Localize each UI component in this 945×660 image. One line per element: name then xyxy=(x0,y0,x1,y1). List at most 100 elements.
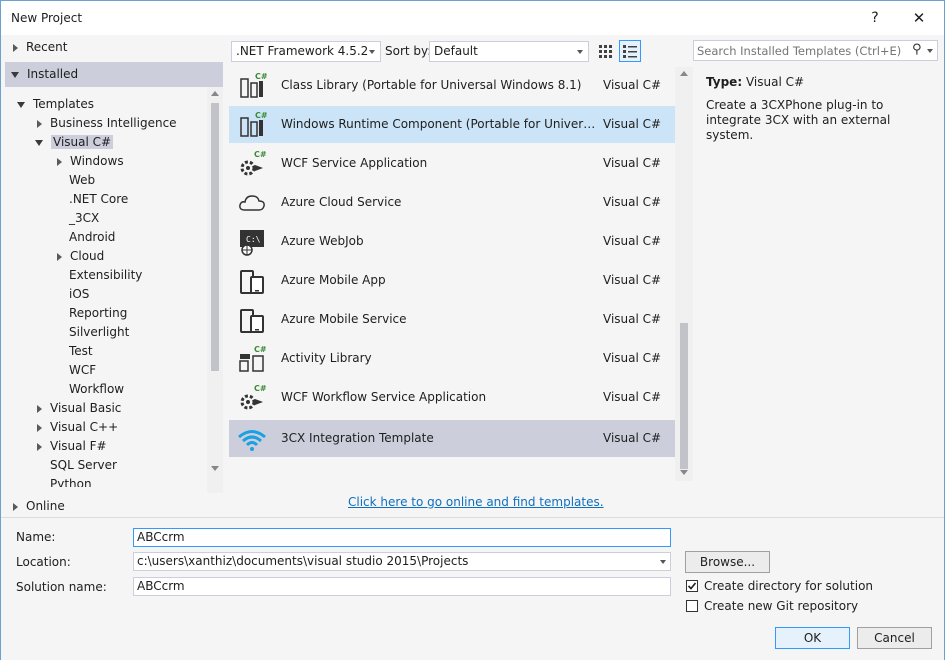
tree-item-test[interactable]: Test xyxy=(69,342,93,361)
tree-item-label: SQL Server xyxy=(50,458,117,472)
location-dropdown[interactable]: c:\users\xanthiz\documents\visual studio… xyxy=(133,552,671,571)
template-item[interactable]: Azure Cloud Service Visual C# xyxy=(229,184,675,221)
close-button[interactable]: ✕ xyxy=(902,5,936,31)
collapse-arrow-icon xyxy=(17,101,25,108)
tree-item-label: Cloud xyxy=(70,249,105,263)
list-view-icon xyxy=(623,45,637,58)
cancel-button[interactable]: Cancel xyxy=(857,627,932,649)
sort-dropdown[interactable]: Default xyxy=(429,41,589,62)
tree-item-windows[interactable]: Windows xyxy=(57,152,124,171)
tree-item-business-intelligence[interactable]: Business Intelligence xyxy=(37,114,177,133)
tree-item-reporting[interactable]: Reporting xyxy=(69,304,127,323)
grid-view-icon xyxy=(599,45,612,58)
tree-item-wcf[interactable]: WCF xyxy=(69,361,96,380)
tree-item-sql-server[interactable]: SQL Server xyxy=(50,456,117,475)
template-list: C# Class Library (Portable for Universal… xyxy=(227,67,693,481)
tree-item-label: Test xyxy=(69,344,93,358)
tree-item-net-core[interactable]: .NET Core xyxy=(69,190,128,209)
scroll-down-icon[interactable] xyxy=(211,466,219,471)
create-git-checkbox[interactable] xyxy=(686,600,698,612)
tree-item-ios[interactable]: iOS xyxy=(69,285,89,304)
tree-item-workflow[interactable]: Workflow xyxy=(69,380,124,399)
tree-item-label: Extensibility xyxy=(69,268,143,282)
tree-item-3cx[interactable]: _3CX xyxy=(69,209,99,228)
search-icon[interactable]: ⚲ xyxy=(912,42,922,57)
scroll-up-icon[interactable] xyxy=(211,91,219,96)
activity-library-icon: C# xyxy=(239,345,267,372)
chevron-down-icon xyxy=(369,50,375,54)
cloud-icon xyxy=(239,195,265,211)
template-tree: Recent Installed Templates Business Inte… xyxy=(1,35,223,513)
tree-item-android[interactable]: Android xyxy=(69,228,115,247)
tree-item-label: Online xyxy=(26,499,65,513)
tree-item-visual-basic[interactable]: Visual Basic xyxy=(37,399,121,418)
template-language: Visual C# xyxy=(603,156,662,170)
svg-text:C:\: C:\ xyxy=(246,235,261,244)
name-field[interactable]: ABCcrm xyxy=(133,528,671,547)
tree-item-cloud[interactable]: Cloud xyxy=(57,247,104,266)
template-item-selected[interactable]: 3CX Integration Template Visual C# xyxy=(229,420,675,457)
search-input[interactable] xyxy=(697,43,907,58)
svg-text:C#: C# xyxy=(255,72,267,81)
tree-item-recent[interactable]: Recent xyxy=(13,38,67,57)
help-button[interactable]: ? xyxy=(858,5,892,31)
new-project-dialog: New Project ? ✕ Recent Installed Templat… xyxy=(0,0,945,660)
tree-item-web[interactable]: Web xyxy=(69,171,95,190)
template-item[interactable]: Azure Mobile Service Visual C# xyxy=(229,301,675,338)
scroll-up-icon[interactable] xyxy=(680,71,688,76)
tree-item-label: Workflow xyxy=(69,382,125,396)
template-list-scroll-thumb[interactable] xyxy=(680,323,688,469)
template-language: Visual C# xyxy=(603,234,662,248)
tree-item-extensibility[interactable]: Extensibility xyxy=(69,266,142,285)
template-name: Activity Library xyxy=(281,351,372,365)
collapse-arrow-icon xyxy=(11,71,19,78)
wcf-service-icon: C# xyxy=(240,150,267,176)
online-templates-link[interactable]: Click here to go online and find templat… xyxy=(348,495,604,509)
template-item[interactable]: C# Class Library (Portable for Universal… xyxy=(229,67,675,104)
tree-item-visual-fsharp[interactable]: Visual F# xyxy=(37,437,107,456)
tree-scrollbar[interactable] xyxy=(207,87,223,493)
ok-button[interactable]: OK xyxy=(775,627,850,649)
mobile-service-icon xyxy=(240,309,264,333)
medium-icons-view-button[interactable] xyxy=(619,40,641,62)
template-list-scrollbar[interactable] xyxy=(675,67,693,481)
tree-item-silverlight[interactable]: Silverlight xyxy=(69,323,129,342)
browse-button[interactable]: Browse... xyxy=(685,551,770,573)
scroll-down-icon[interactable] xyxy=(680,470,688,475)
template-item[interactable]: C# WCF Service Application Visual C# xyxy=(229,145,675,182)
tree-item-visual-csharp[interactable]: Visual C# xyxy=(35,133,114,152)
chevron-down-icon xyxy=(577,50,583,54)
svg-text:C#: C# xyxy=(254,345,267,354)
expand-arrow-icon xyxy=(57,252,62,261)
tree-item-visual-cpp[interactable]: Visual C++ xyxy=(37,418,118,437)
template-name: WCF Workflow Service Application xyxy=(281,390,487,404)
template-item[interactable]: C:\ Azure WebJob Visual C# xyxy=(229,223,675,260)
tree-item-templates[interactable]: Templates xyxy=(17,95,94,114)
search-box[interactable]: ⚲ xyxy=(693,40,938,61)
tree-item-label: WCF xyxy=(69,363,97,377)
tree-item-label: Android xyxy=(69,230,116,244)
solution-name-value: ABCcrm xyxy=(137,579,185,593)
create-directory-label[interactable]: Create directory for solution xyxy=(704,579,873,593)
svg-text:C#: C# xyxy=(254,384,267,393)
template-item[interactable]: Azure Mobile App Visual C# xyxy=(229,262,675,299)
tree-item-label: Visual Basic xyxy=(50,401,122,415)
template-language: Visual C# xyxy=(603,390,662,404)
create-git-label[interactable]: Create new Git repository xyxy=(704,599,858,613)
tree-item-online[interactable]: Online xyxy=(13,497,65,516)
solution-name-field[interactable]: ABCcrm xyxy=(133,577,671,596)
template-name: Azure Mobile App xyxy=(281,273,386,287)
template-language: Visual C# xyxy=(603,431,662,445)
tree-item-installed[interactable]: Installed xyxy=(11,65,78,84)
framework-dropdown[interactable]: .NET Framework 4.5.2 xyxy=(231,41,381,62)
chevron-down-icon[interactable] xyxy=(927,49,933,53)
framework-value: .NET Framework 4.5.2 xyxy=(236,44,369,58)
template-name: Windows Runtime Component (Portable for … xyxy=(281,117,599,131)
create-directory-checkbox[interactable] xyxy=(686,580,698,592)
template-item[interactable]: C# Windows Runtime Component (Portable f… xyxy=(229,106,675,143)
tree-scroll-thumb[interactable] xyxy=(211,103,219,371)
small-icons-view-button[interactable] xyxy=(594,40,616,62)
template-item[interactable]: C# Activity Library Visual C# xyxy=(229,340,675,377)
tree-item-python[interactable]: Python xyxy=(50,475,92,487)
template-item[interactable]: C# WCF Workflow Service Application Visu… xyxy=(229,379,675,416)
